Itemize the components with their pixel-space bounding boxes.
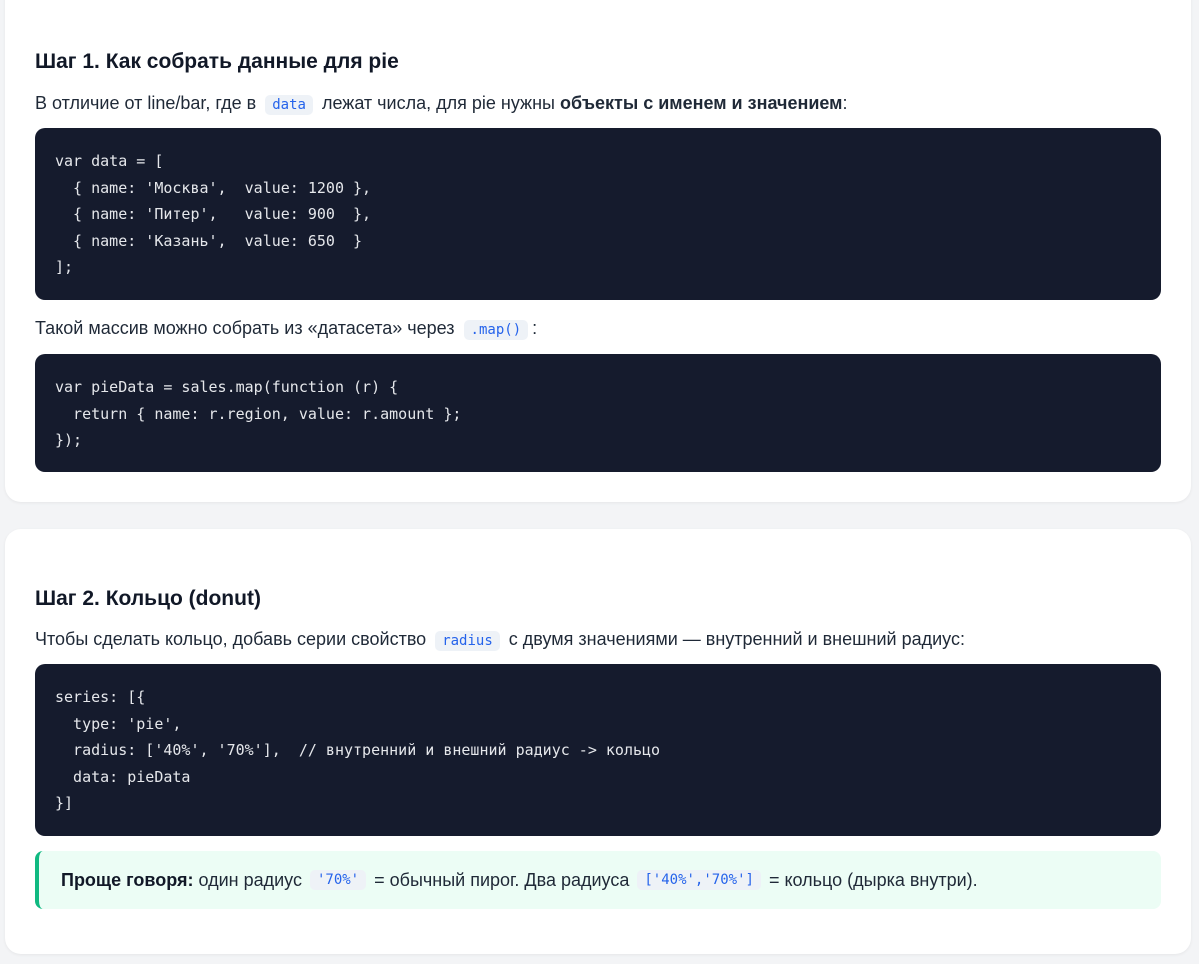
note-text2: = обычный пирог. Два радиуса [374, 869, 630, 890]
note-text1: один радиус [198, 869, 302, 890]
inline-code-radius: radius [435, 631, 500, 651]
step1-intro-text2: лежат числа, для pie нужны [321, 93, 555, 113]
inline-code-40-70: ['40%','70%'] [637, 870, 761, 890]
step1-text2-end: : [532, 318, 538, 338]
code-block-piedata: var pieData = sales.map(function (r) { r… [35, 354, 1161, 472]
step1-intro-text1: В отличие от line/bar, где в [35, 93, 257, 113]
note-text3: = кольцо (дырка внутри). [768, 869, 978, 890]
step2-intro: Чтобы сделать кольцо, добавь серии свойс… [35, 627, 965, 653]
step2-title: Шаг 2. Кольцо (donut) [35, 587, 261, 610]
step1-text2-part1: Такой массив можно собрать из «датасета»… [35, 318, 455, 338]
step2-card: Шаг 2. Кольцо (donut) Чтобы сделать коль… [5, 529, 1191, 954]
inline-code-data: data [265, 95, 313, 115]
code-block-series: series: [{ type: 'pie', radius: ['40%', … [35, 664, 1161, 836]
step2-intro-text1: Чтобы сделать кольцо, добавь серии свойс… [35, 629, 427, 649]
inline-code-map: .map() [463, 320, 529, 340]
code-block-data-array: var data = [ { name: 'Москва', value: 12… [35, 128, 1161, 300]
note-bold: Проще говоря: [61, 869, 194, 890]
step2-intro-text2: с двумя значениями — внутренний и внешни… [508, 629, 965, 649]
step1-intro: В отличие от line/bar, где в data лежат … [35, 91, 848, 117]
callout-note: Проще говоря: один радиус '70%' = обычны… [35, 851, 1161, 909]
step1-title: Шаг 1. Как собрать данные для pie [35, 50, 399, 73]
step1-card: Шаг 1. Как собрать данные для pie В отли… [5, 0, 1191, 502]
step1-intro-bold: объекты с именем и значением [559, 93, 843, 113]
step1-intro-end: : [842, 93, 848, 113]
inline-code-70: '70%' [309, 870, 367, 890]
step1-text2: Такой массив можно собрать из «датасета»… [35, 316, 537, 342]
